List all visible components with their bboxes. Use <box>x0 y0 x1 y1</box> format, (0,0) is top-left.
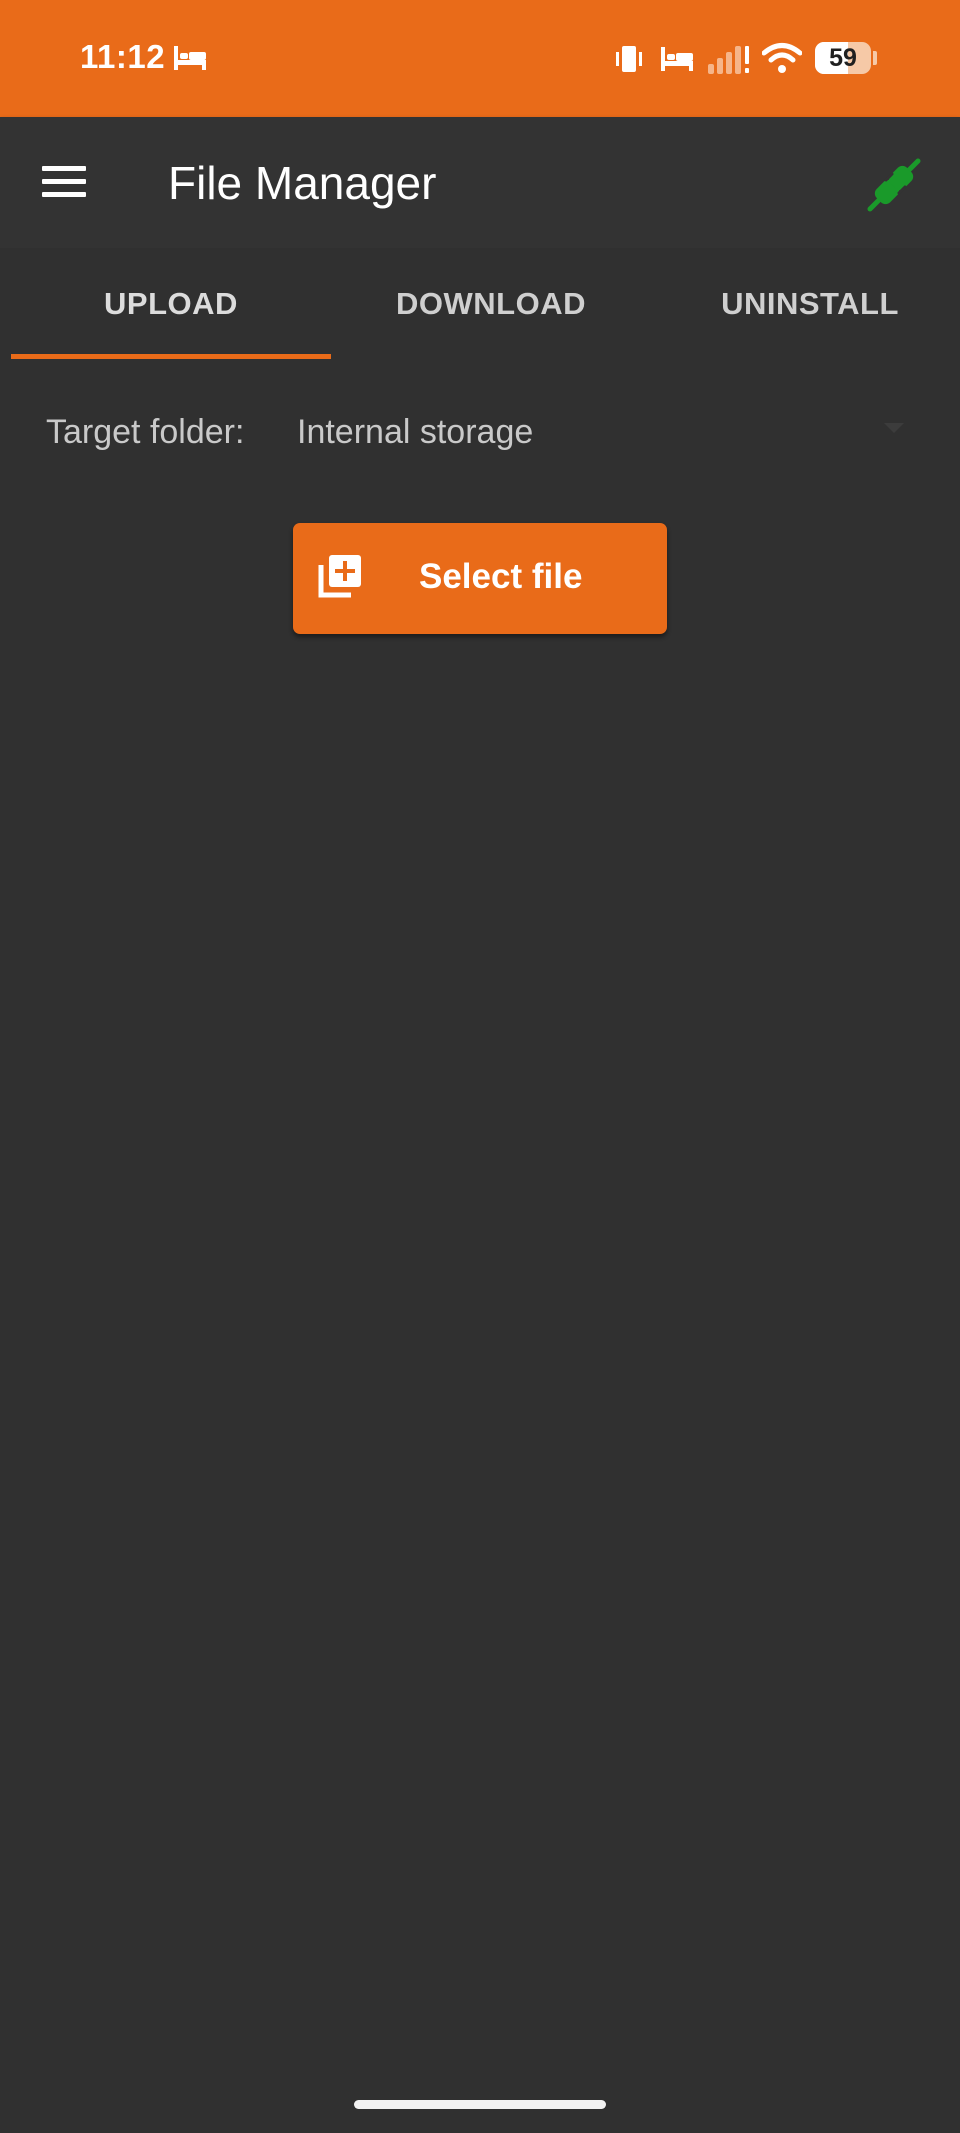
tab-uninstall[interactable]: UNINSTALL <box>650 248 960 360</box>
page-title: File Manager <box>168 157 437 209</box>
bed-icon <box>659 45 695 73</box>
chevron-down-icon[interactable] <box>884 423 904 433</box>
status-bar: 11:12 59 <box>0 0 960 117</box>
target-folder-row: Target folder: Internal storage <box>0 395 960 467</box>
vibrate-icon <box>614 44 644 74</box>
add-to-library-icon <box>317 553 363 599</box>
active-tab-indicator <box>11 354 331 359</box>
wifi-icon <box>762 42 802 74</box>
plug-connected-icon[interactable] <box>864 155 924 215</box>
signal-icon <box>707 44 751 74</box>
battery-icon: 59 <box>815 42 871 74</box>
bed-icon <box>172 44 208 72</box>
battery-level: 59 <box>829 44 857 72</box>
hamburger-menu-icon[interactable] <box>36 159 94 205</box>
select-file-label: Select file <box>419 557 583 596</box>
tab-bar: UPLOAD DOWNLOAD UNINSTALL <box>0 248 960 360</box>
status-time: 11:12 <box>80 38 166 75</box>
target-folder-label: Target folder: <box>46 413 245 451</box>
app-bar: File Manager <box>0 117 960 248</box>
select-file-button[interactable]: Select file <box>293 523 667 634</box>
file-manager-screen: 11:12 59 File Manager UPLOAD DOWNLOAD UN… <box>0 0 960 2133</box>
tab-download[interactable]: DOWNLOAD <box>331 248 651 360</box>
target-folder-select[interactable]: Internal storage <box>297 413 533 452</box>
gesture-navigation-bar[interactable] <box>354 2100 606 2109</box>
battery-nub <box>873 51 877 65</box>
tab-upload[interactable]: UPLOAD <box>11 248 331 360</box>
